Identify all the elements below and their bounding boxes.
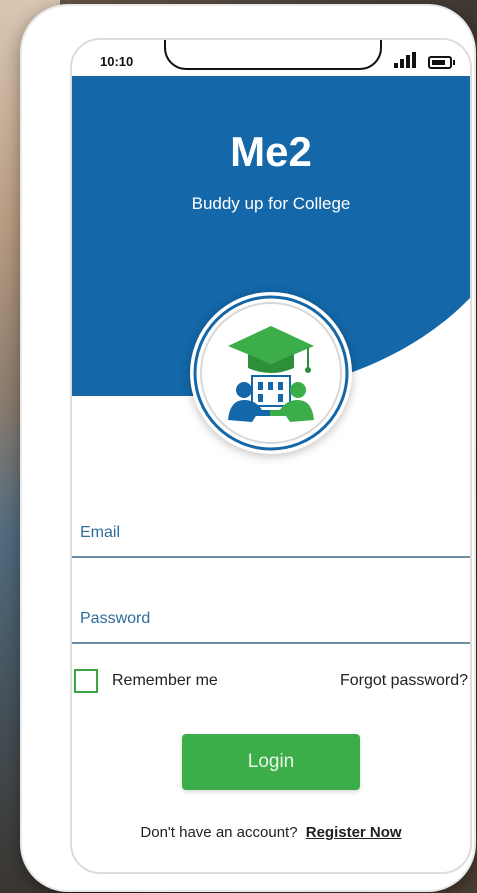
remember-me-label: Remember me [112,672,218,689]
remember-me-checkbox[interactable] [74,669,98,693]
graduation-buddies-logo-icon [190,292,352,454]
remember-me-row: Remember me [74,668,218,694]
email-input[interactable] [78,510,462,556]
signal-icon [394,52,416,68]
register-prompt: Don't have an account? [140,824,298,841]
email-field-container [72,510,470,558]
register-now-link[interactable]: Register Now [306,824,402,841]
app-tagline: Buddy up for College [191,194,351,213]
login-button[interactable]: Login [182,734,360,790]
status-time: 10:10 [100,54,134,69]
password-field-container [72,596,470,644]
forgot-password-link[interactable]: Forgot password? [340,672,468,690]
register-row: Don't have an account? Register Now [72,824,470,841]
app-title: Me2 [230,128,312,175]
phone-frame: 10:10 Me2 Buddy up for College Email Rem… [22,6,474,890]
password-input[interactable] [78,596,462,642]
phone-notch [164,40,382,70]
battery-icon [428,56,455,69]
app-screen: 10:10 Me2 Buddy up for College Email Rem… [70,38,472,874]
